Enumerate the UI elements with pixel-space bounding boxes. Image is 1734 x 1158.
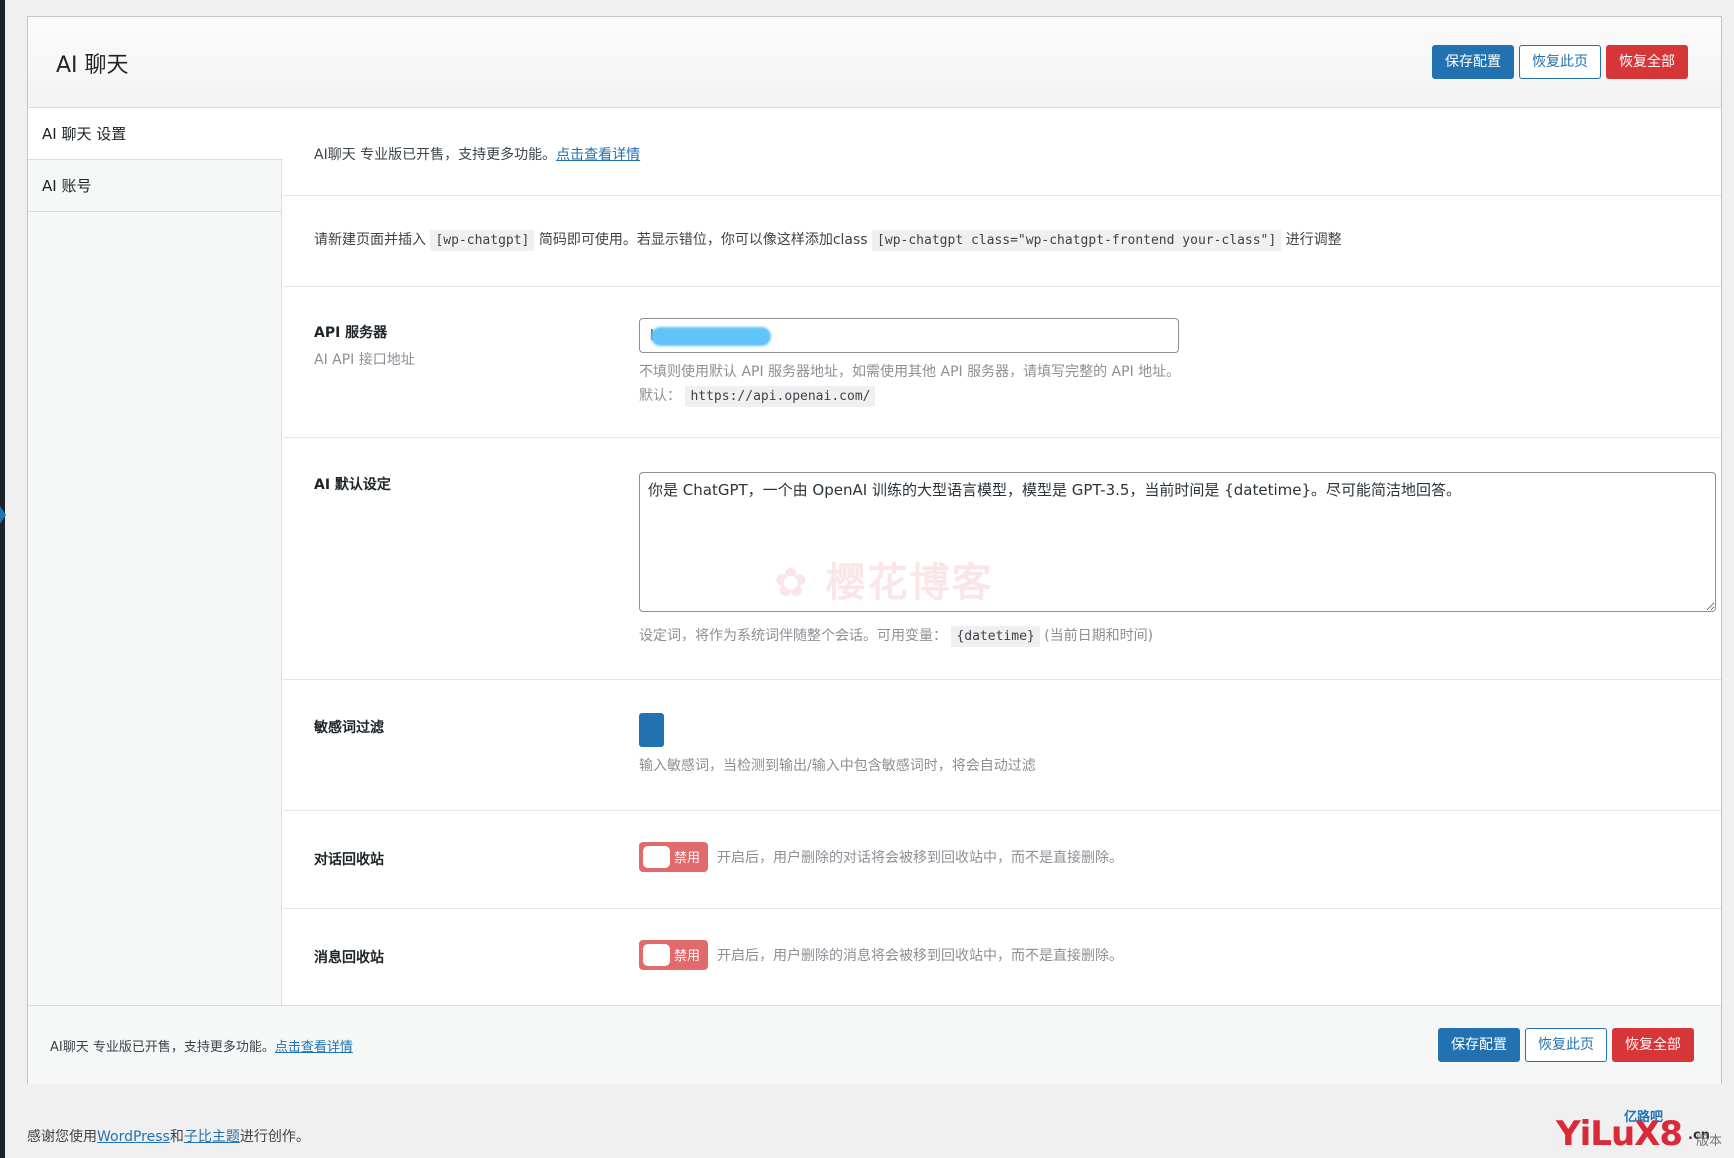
sensitive-filter-field: 输入敏感词，当检测到输出/输入中包含敏感词时，将会自动过滤 (639, 713, 1036, 775)
shortcode-middle: 简码即可使用。若显示错位，你可以像这样添加class (538, 232, 868, 248)
conversation-recycle-toggle[interactable]: 禁用 (639, 842, 708, 872)
shortcode-prefix: 请新建页面并插入 (314, 232, 426, 248)
settings-sidebar: AI 聊天 设置 AI 账号 (28, 108, 283, 1005)
conversation-recycle-label: 对话回收站 (314, 852, 384, 868)
shortcode-row: 请新建页面并插入 [wp-chatgpt] 简码即可使用。若显示错位，你可以像这… (283, 196, 1721, 287)
settings-content: AI聊天 专业版已开售，支持更多功能。点击查看详情 请新建页面并插入 [wp-c… (283, 108, 1721, 1005)
shortcode-class-code: [wp-chatgpt class="wp-chatgpt-frontend y… (872, 230, 1282, 251)
footer-reset-page-button[interactable]: 恢复此页 (1525, 1028, 1607, 1062)
admin-footer: 感谢您使用WordPress和子比主题进行创作。 (27, 1126, 310, 1146)
sensitive-words-tag-input[interactable] (639, 713, 664, 747)
footer-actions: 保存配置 恢复此页 恢复全部 (1438, 1028, 1694, 1062)
watermark-text: 樱花博客 (825, 560, 994, 606)
wordpress-link[interactable]: WordPress (97, 1129, 170, 1145)
sidebar-item-chat-settings[interactable]: AI 聊天 设置 (28, 108, 283, 160)
ai-default-desc: 设定词，将作为系统词伴随整个会话。可用变量： {datetime} (当前日期和… (639, 625, 1716, 647)
footer-promo-text: AI聊天 专业版已开售，支持更多功能。 (50, 1040, 275, 1055)
footer-thanks-prefix: 感谢您使用 (27, 1129, 97, 1145)
footer-version-text: 版本 (1696, 1134, 1723, 1149)
conversation-recycle-field: 禁用 开启后，用户删除的对话将会被移到回收站中，而不是直接删除。 (639, 842, 1123, 872)
api-server-sublabel: AI API 接口地址 (314, 352, 415, 368)
panel-header: AI 聊天 保存配置 恢复此页 恢复全部 (28, 17, 1721, 108)
toggle-knob (643, 846, 670, 868)
message-recycle-toggle[interactable]: 禁用 (639, 940, 708, 970)
footer-reset-all-button[interactable]: 恢复全部 (1612, 1028, 1694, 1062)
page-title: AI 聊天 (56, 53, 129, 78)
watermark: ✿ 樱花博客 (774, 550, 993, 608)
footer-promo-link[interactable]: 点击查看详情 (275, 1040, 353, 1055)
theme-link[interactable]: 子比主题 (184, 1129, 240, 1145)
message-recycle-desc: 开启后，用户删除的消息将会被移到回收站中，而不是直接删除。 (717, 948, 1123, 964)
ai-default-row: AI 默认设定 你是 ChatGPT，一个由 OpenAI 训练的大型语言模型，… (283, 438, 1721, 680)
promo-notice: AI聊天 专业版已开售，支持更多功能。点击查看详情 (314, 144, 640, 164)
toggle-knob (643, 944, 670, 966)
conversation-recycle-desc: 开启后，用户删除的对话将会被移到回收站中，而不是直接删除。 (717, 850, 1123, 866)
promo-link[interactable]: 点击查看详情 (556, 147, 640, 163)
admin-sidebar-edge (0, 0, 6, 1158)
ai-default-field: 你是 ChatGPT，一个由 OpenAI 训练的大型语言模型，模型是 GPT-… (639, 472, 1716, 647)
blossom-icon: ✿ (774, 560, 810, 606)
api-server-field: 不填则使用默认 API 服务器地址，如需使用其他 API 服务器，请填写完整的 … (639, 318, 1181, 407)
logo-cn-text: 亿路吧 (1624, 1110, 1664, 1125)
save-button[interactable]: 保存配置 (1432, 45, 1514, 79)
promo-text: AI聊天 专业版已开售，支持更多功能。 (314, 147, 557, 163)
sensitive-filter-label: 敏感词过滤 (314, 720, 384, 736)
sensitive-filter-row: 敏感词过滤 输入敏感词，当检测到输出/输入中包含敏感词时，将会自动过滤 (283, 680, 1721, 811)
redaction-blur (651, 327, 771, 346)
footer-and: 和 (169, 1129, 184, 1145)
site-logo: YiLuX8 亿路吧 .cn 版本 (1556, 1108, 1728, 1154)
sidebar-item-ai-account[interactable]: AI 账号 (28, 160, 281, 212)
message-recycle-field: 禁用 开启后，用户删除的消息将会被移到回收站中，而不是直接删除。 (639, 940, 1123, 970)
api-server-label: API 服务器 (314, 325, 388, 341)
message-recycle-row: 消息回收站 禁用 开启后，用户删除的消息将会被移到回收站中，而不是直接删除。 (283, 909, 1721, 1005)
shortcode-suffix: 进行调整 (1285, 232, 1342, 248)
footer-notice: AI聊天 专业版已开售，支持更多功能。点击查看详情 (50, 1036, 353, 1055)
api-server-row: API 服务器 AI API 接口地址 不填则使用默认 API 服务器地址，如需… (283, 287, 1721, 438)
logo-text: YiLuX8 (1556, 1114, 1683, 1154)
api-server-desc: 不填则使用默认 API 服务器地址，如需使用其他 API 服务器，请填写完整的 … (639, 364, 1181, 380)
ai-default-desc-prefix: 设定词，将作为系统词伴随整个会话。可用变量： (639, 628, 947, 644)
api-server-default-code: https://api.openai.com/ (685, 386, 876, 407)
api-server-default-label: 默认： (639, 388, 681, 404)
footer-save-button[interactable]: 保存配置 (1438, 1028, 1520, 1062)
sensitive-filter-desc: 输入敏感词，当检测到输出/输入中包含敏感词时，将会自动过滤 (639, 758, 1036, 774)
shortcode-code: [wp-chatgpt] (430, 230, 535, 251)
shortcode-notice: 请新建页面并插入 [wp-chatgpt] 简码即可使用。若显示错位，你可以像这… (314, 229, 1342, 251)
ai-default-label: AI 默认设定 (314, 477, 391, 493)
collapse-arrow-icon (0, 506, 6, 524)
ai-default-desc-suffix: (当前日期和时间) (1044, 628, 1154, 644)
ai-default-desc-code: {datetime} (951, 626, 1040, 647)
reset-all-button[interactable]: 恢复全部 (1606, 45, 1688, 79)
settings-panel: AI 聊天 保存配置 恢复此页 恢复全部 AI 聊天 设置 AI 账号 AI聊天… (27, 16, 1722, 1084)
promo-row: AI聊天 专业版已开售，支持更多功能。点击查看详情 (283, 108, 1721, 196)
footer-thanks-suffix: 进行创作。 (239, 1129, 310, 1145)
panel-footer: AI聊天 专业版已开售，支持更多功能。点击查看详情 保存配置 恢复此页 恢复全部 (28, 1005, 1721, 1084)
message-recycle-label: 消息回收站 (314, 950, 384, 966)
toggle-state-label: 禁用 (674, 949, 701, 964)
toggle-state-label: 禁用 (674, 851, 701, 866)
header-actions: 保存配置 恢复此页 恢复全部 (1432, 45, 1688, 79)
conversation-recycle-row: 对话回收站 禁用 开启后，用户删除的对话将会被移到回收站中，而不是直接删除。 (283, 811, 1721, 909)
reset-page-button[interactable]: 恢复此页 (1519, 45, 1601, 79)
api-server-default: 默认： https://api.openai.com/ (639, 385, 1180, 407)
